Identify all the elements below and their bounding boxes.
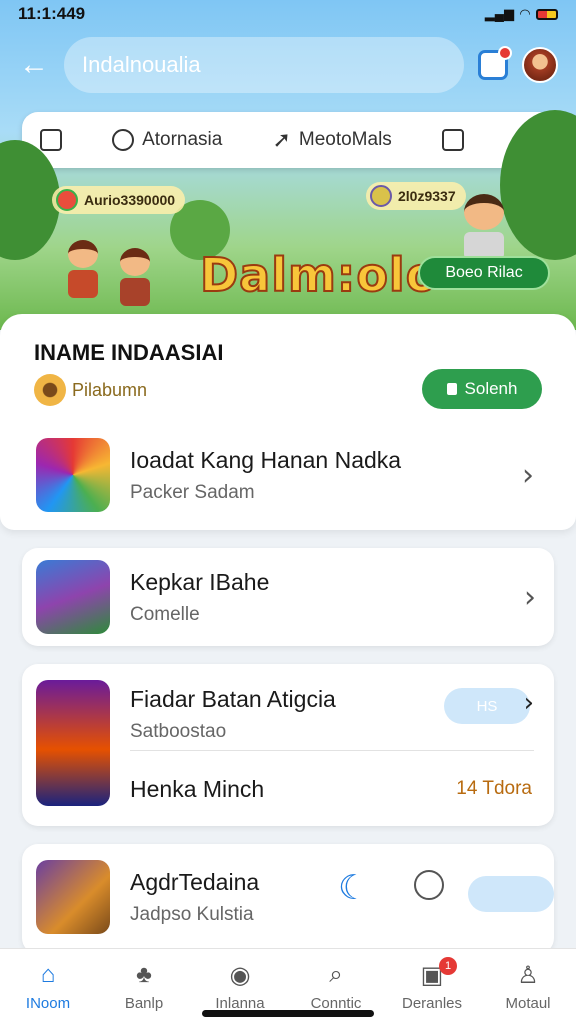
list-card[interactable]: Kepkar IBahe Comelle › [22,548,554,646]
chevron-right-icon: › [523,688,534,718]
list-item[interactable]: Ioadat Kang Hanan Nadka Packer Sadam › [36,438,540,512]
page-title: INAME INDAASIAI [34,340,224,365]
item-subtitle: Jadpso Kulstia [130,903,254,925]
featured-sheet: INAME INDAASIAI Pilabumn Solenh Ioadat K… [0,314,576,530]
category-label: MeotoMals [298,129,392,150]
game-thumbnail [36,560,110,634]
coin-value: Aurio3390000 [84,192,176,208]
home-icon: ⌂ [40,961,56,988]
game-thumbnail [36,860,110,934]
square-icon [441,129,464,151]
cursor-icon: ➚ [272,127,291,152]
home-indicator [202,1010,374,1017]
item-subtitle: Comelle [130,603,200,625]
item-title: Fiadar Batan Atigcia [130,686,336,712]
nav-conntic[interactable]: ⌕ Conntic [291,961,381,1012]
back-button[interactable]: ← [18,48,50,81]
nav-label: Deranles [401,995,463,1012]
list-item[interactable]: AgdrTedaina Jadpso Kulstia [36,860,259,934]
nav-inlanna[interactable]: ◉ Inlanna [195,961,285,1013]
circle-icon [112,129,135,151]
profile-icon: ♙ [517,961,539,989]
game-thumbnail [36,680,110,806]
timer-icon [414,870,444,900]
play-button[interactable]: Boeo Rilac [418,256,550,290]
loading-star-icon: ☾ [338,869,369,907]
list-card[interactable]: Fiadar Batan Atigcia Satboostao HS › Hen… [22,664,554,826]
search-bar[interactable] [64,37,464,93]
notification-button[interactable] [478,46,512,80]
signal-icon: ▂▄▆ [484,6,514,21]
compass-icon: ◉ [229,961,251,989]
list-card[interactable]: AgdrTedaina Jadpso Kulstia ☾ [22,844,554,954]
notification-badge: 1 [439,957,457,975]
publisher[interactable]: Pilabumn [34,374,147,406]
item-subtitle: Packer Sadam [130,481,255,503]
game-banner[interactable]: Aurio3390000 2l0z9337 Dalm:olo Boeo Rila… [0,110,576,320]
nav-label: INoom [25,995,71,1012]
item-title: Henka Minch [130,776,265,802]
cluster-icon: ♣ [136,961,152,988]
divider [130,750,534,751]
status-bar: 11:1:449 ▂▄▆ ◠ [0,0,576,28]
list-item[interactable]: Kepkar IBahe Comelle › [36,560,540,634]
search-icon [446,383,457,395]
nav-banlp[interactable]: ♣ Banlp [99,961,189,1012]
coin-icon [56,189,78,211]
status-icons: ▂▄▆ ◠ [485,6,558,22]
search-button-label: Solenh [464,379,518,398]
notification-dot [498,46,512,60]
category-device[interactable] [40,129,62,151]
character-figure [118,248,152,306]
nav-label: Motaul [505,995,551,1012]
search-input[interactable] [82,52,446,78]
item-text: Fiadar Batan Atigcia Satboostao [130,686,336,743]
action-pill[interactable]: HS [444,688,530,724]
nav-deranles[interactable]: ▣ 1 Deranles [387,957,477,1012]
coin-counter-left: Aurio3390000 [52,186,186,214]
character-figure [462,194,506,264]
coin-value: 2l0z9337 [398,188,456,204]
category-atornasia[interactable]: Atornasia [112,129,222,151]
publisher-name: Pilabumn [72,379,148,400]
game-thumbnail [36,438,110,512]
coin-counter-right: 2l0z9337 [366,182,466,210]
device-icon [40,129,62,151]
status-time: 11:1:449 [18,4,86,23]
category-label: Atornasia [142,129,223,150]
search-button[interactable]: Solenh [422,369,542,409]
action-pill[interactable] [468,876,554,912]
category-meotomals[interactable]: ➚ MeotoMals [272,127,391,153]
game-logo: Dalm:olo [199,247,439,303]
character-figure [66,240,100,298]
item-title: Kepkar IBahe [130,568,270,595]
item-title: AgdrTedaina [130,868,260,895]
nav-home[interactable]: ⌂ INoom [3,961,93,1012]
chevron-right-icon: › [524,579,536,615]
chevron-right-icon: › [522,457,534,493]
pill-label: HS [476,697,498,715]
item-title: Ioadat Kang Hanan Nadka [130,446,402,473]
avatar[interactable] [522,47,558,83]
hero-banner: 11:1:449 ▂▄▆ ◠ ← Atornasia ➚ MeotoMals [0,0,576,330]
publisher-icon [34,374,66,406]
category-bar: Atornasia ➚ MeotoMals [22,112,554,168]
item-subtitle: Satboostao [130,721,227,742]
battery-icon [536,8,558,20]
wifi-icon: ◠ [520,6,530,21]
arrow-left-icon: ← [19,48,49,81]
category-square[interactable] [441,129,464,151]
top-bar: ← [0,36,576,94]
search-icon: ⌕ [329,961,343,988]
nav-motaul[interactable]: ♙ Motaul [483,961,573,1013]
item-value: 14 Tdora [456,778,532,799]
coin-icon [370,185,392,207]
nav-label: Banlp [124,995,164,1012]
